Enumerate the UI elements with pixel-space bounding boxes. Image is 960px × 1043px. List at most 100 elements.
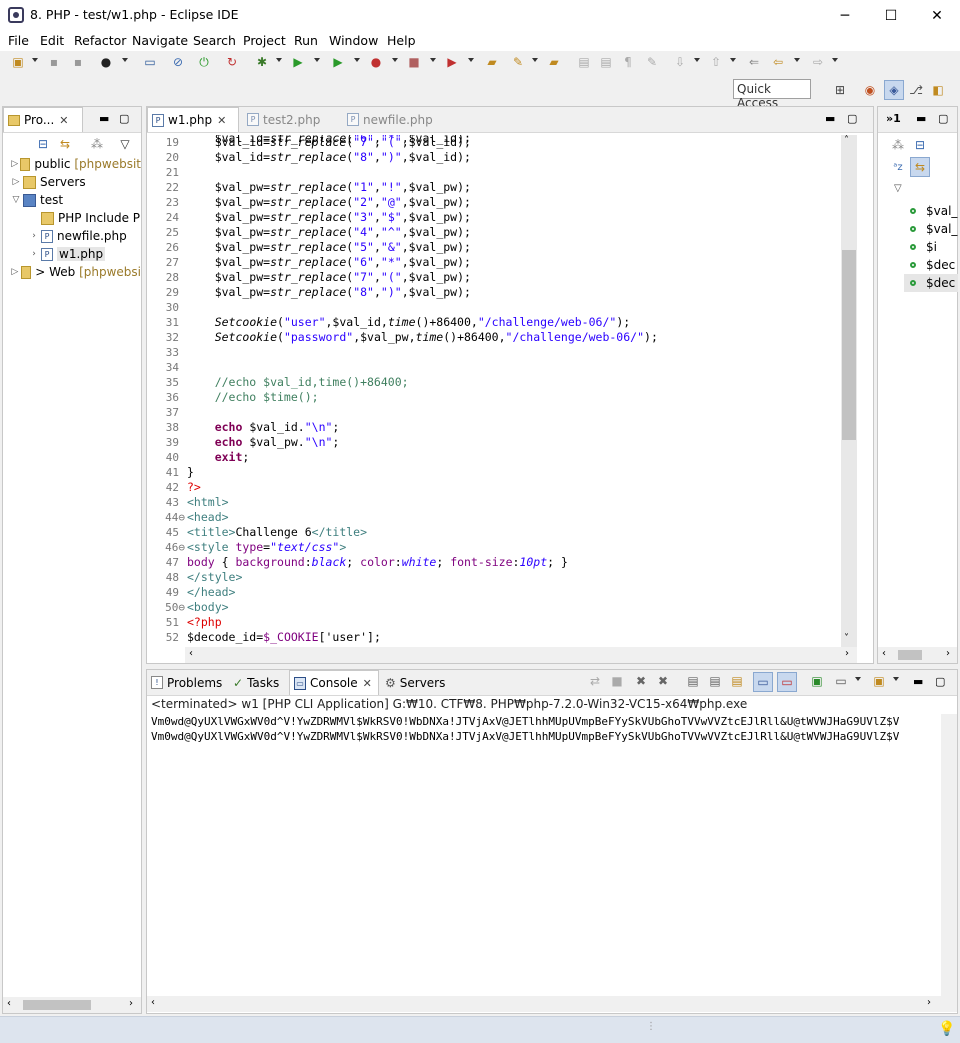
show-whitespace-icon[interactable]: ¶ (620, 54, 636, 70)
stop-icon[interactable]: ■ (406, 54, 422, 70)
outline-item[interactable]: $val_ (878, 220, 958, 238)
open-console-dropdown-icon[interactable] (893, 677, 899, 681)
expand-icon[interactable]: ▷ (11, 159, 18, 169)
refresh-icon[interactable]: ↻ (224, 54, 240, 70)
tab-w1-php[interactable]: P w1.php ✕ (147, 107, 239, 132)
run-icon[interactable]: ▶ (290, 54, 306, 70)
maximize-icon[interactable]: ▢ (935, 675, 945, 688)
back-dropdown-icon[interactable] (794, 58, 800, 62)
console-horizontal-scrollbar[interactable]: ‹ › (147, 996, 957, 1012)
prev-annotation-dropdown-icon[interactable] (730, 58, 736, 62)
close-button[interactable]: ✕ (914, 0, 960, 31)
menu-refactor[interactable]: Refactor (74, 33, 126, 48)
save-all-icon[interactable]: ▪ (70, 54, 86, 70)
maximize-icon[interactable]: ▢ (119, 112, 129, 125)
tab-problems[interactable]: ! Problems (147, 670, 227, 695)
new-dropdown-icon[interactable] (32, 58, 38, 62)
collapse-all-icon[interactable]: ⊟ (35, 136, 51, 152)
prev-annotation-icon[interactable]: ⇧ (708, 54, 724, 70)
tab-test2-php[interactable]: P test2.php (243, 107, 339, 132)
terminate-icon[interactable]: ■ (609, 673, 625, 689)
scroll-right-icon[interactable]: › (845, 648, 849, 659)
maximize-button[interactable]: ☐ (868, 0, 914, 31)
next-annotation-dropdown-icon[interactable] (694, 58, 700, 62)
maximize-icon[interactable]: ▢ (847, 112, 857, 125)
expand-icon[interactable]: ▷ (11, 177, 21, 187)
link-with-editor-icon[interactable]: ⇆ (57, 136, 73, 152)
pin-dropdown-icon[interactable] (532, 58, 538, 62)
remove-launch-icon[interactable]: ✖ (633, 673, 649, 689)
menu-window[interactable]: Window (329, 33, 378, 48)
scroll-left-icon[interactable]: ‹ (7, 998, 11, 1009)
menu-search[interactable]: Search (193, 33, 236, 48)
scrollbar-thumb[interactable] (898, 650, 922, 660)
tree-item-test[interactable]: ▽ test (3, 191, 141, 209)
run-dropdown-icon[interactable] (314, 58, 320, 62)
minimize-icon[interactable]: ▬ (825, 112, 835, 125)
outline-item-selected[interactable]: $dec (904, 274, 958, 292)
display-console-dropdown-icon[interactable] (855, 677, 861, 681)
launch-dropdown-icon[interactable] (468, 58, 474, 62)
scroll-left-icon[interactable]: ‹ (151, 997, 155, 1008)
collapse-icon[interactable]: ▽ (11, 195, 21, 205)
git-perspective-icon[interactable]: ⎇ (908, 82, 924, 98)
scroll-left-icon[interactable]: ‹ (882, 648, 886, 659)
tree-item-w1-php[interactable]: › P w1.php (3, 245, 141, 263)
pen-icon[interactable]: ✎ (644, 54, 660, 70)
open-type-icon[interactable]: ▰ (546, 54, 562, 70)
minimize-button[interactable]: ─ (822, 0, 868, 31)
back-icon[interactable]: ⇦ (770, 54, 786, 70)
run-external-icon[interactable]: ▶ (330, 54, 346, 70)
show-on-stderr-icon[interactable]: ▭ (777, 672, 797, 692)
save-icon[interactable]: ▪ (46, 54, 62, 70)
tree-item-newfile-php[interactable]: › P newfile.php (3, 227, 141, 245)
menu-navigate[interactable]: Navigate (132, 33, 188, 48)
remove-all-icon[interactable]: ✖ (655, 673, 671, 689)
scroll-lock-icon[interactable]: ▤ (707, 673, 723, 689)
expand-icon[interactable]: ▷ (11, 267, 19, 277)
menu-help[interactable]: Help (387, 33, 416, 48)
scroll-right-icon[interactable]: › (129, 998, 133, 1009)
tab-servers[interactable]: ⚙ Servers (381, 670, 445, 695)
minimize-icon[interactable]: ▬ (99, 112, 109, 125)
link-with-editor-icon[interactable]: ⇆ (910, 157, 930, 177)
forward-icon[interactable]: ⇨ (810, 54, 826, 70)
maximize-icon[interactable]: ▢ (938, 112, 948, 125)
open-perspective-icon[interactable]: ⊞ (832, 82, 848, 98)
quick-access-field[interactable]: Quick Access (733, 79, 811, 110)
scroll-right-icon[interactable]: › (946, 648, 950, 659)
tree-item-public[interactable]: ▷ public [phpwebsit (3, 155, 141, 173)
tab-console[interactable]: ▭ Console ✕ (289, 670, 379, 695)
minimize-icon[interactable]: ▬ (916, 112, 926, 125)
open-folder-icon[interactable]: ▰ (484, 54, 500, 70)
close-icon[interactable]: ✕ (363, 677, 372, 690)
run-external-dropdown-icon[interactable] (354, 58, 360, 62)
more-views-indicator[interactable]: »1 (886, 112, 901, 125)
tree-item-web[interactable]: ▷ > Web [phpwebsi (3, 263, 141, 281)
pin-icon[interactable]: ✎ (510, 54, 526, 70)
word-wrap-icon[interactable]: ▤ (729, 673, 745, 689)
console-output[interactable]: Vm0wd@QyUXlVWGxWV0d^V!YwZDRWMVl$WkRSV0!W… (147, 714, 941, 996)
expand-icon[interactable]: › (29, 249, 39, 259)
pin-console-icon[interactable]: ⇄ (587, 673, 603, 689)
scrollbar-thumb[interactable] (23, 1000, 91, 1010)
java-perspective-icon[interactable]: ◧ (930, 82, 946, 98)
tree-item-php-include-path[interactable]: PHP Include P (3, 209, 141, 227)
skip-breakpoints-icon[interactable]: ⊘ (170, 54, 186, 70)
display-console-icon[interactable]: ▭ (833, 673, 849, 689)
view-menu-icon[interactable]: ▽ (117, 136, 133, 152)
user-dropdown-icon[interactable] (122, 58, 128, 62)
minimize-icon[interactable]: ▬ (913, 675, 923, 688)
horizontal-scrollbar[interactable]: ‹ › (3, 997, 141, 1013)
coverage-dropdown-icon[interactable] (392, 58, 398, 62)
debug-dropdown-icon[interactable] (276, 58, 282, 62)
scroll-up-icon[interactable]: ˄ (844, 135, 849, 146)
pin-console-view-icon[interactable]: ▣ (809, 673, 825, 689)
tab-newfile-php[interactable]: P newfile.php (343, 107, 443, 132)
stop-dropdown-icon[interactable] (430, 58, 436, 62)
show-on-stdout-icon[interactable]: ▭ (753, 672, 773, 692)
tab-project-explorer[interactable]: Pro... ✕ (3, 107, 83, 132)
launch-icon[interactable]: ▶ (444, 54, 460, 70)
menu-file[interactable]: File (8, 33, 29, 48)
terminal-icon[interactable]: ▭ (142, 54, 158, 70)
